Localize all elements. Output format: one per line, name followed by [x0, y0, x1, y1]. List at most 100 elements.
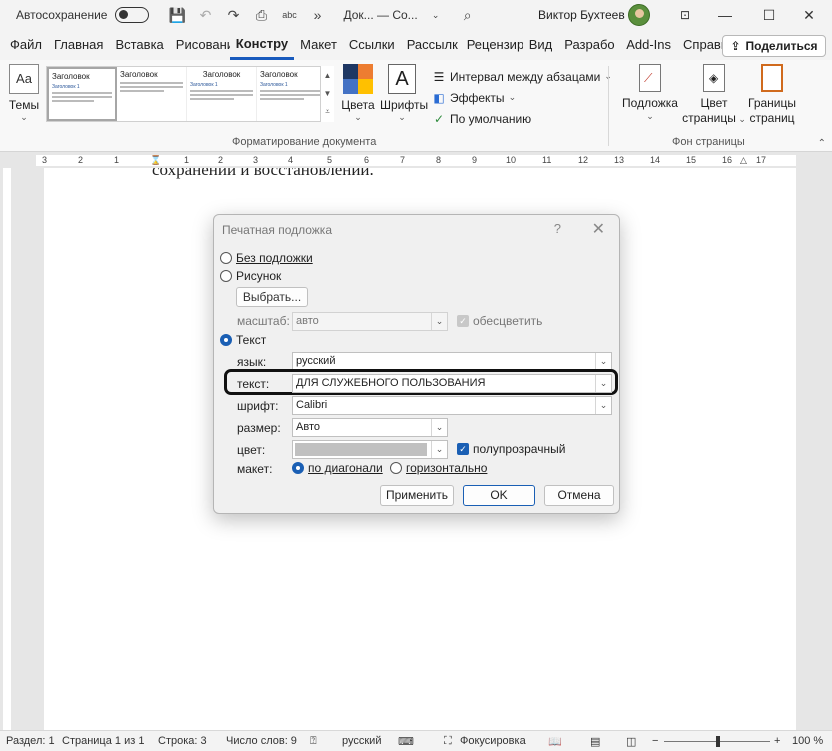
- focus-icon[interactable]: ⛶: [444, 735, 452, 748]
- share-button[interactable]: ⇪ Поделиться: [722, 35, 826, 57]
- themes-button[interactable]: Aa Темы ⌄: [6, 64, 42, 123]
- style-set-item[interactable]: Заголовок Заголовок 1: [257, 67, 327, 121]
- tab-mailings[interactable]: Рассылк: [401, 30, 461, 60]
- picture-watermark-radio[interactable]: Рисунок: [220, 269, 281, 283]
- print-layout-icon[interactable]: ▤: [590, 735, 600, 748]
- vertical-scrollbar[interactable]: [820, 168, 832, 730]
- collapse-ribbon-icon[interactable]: ⌃: [818, 138, 826, 149]
- font-select[interactable]: Calibri ⌄: [292, 396, 612, 415]
- status-focus[interactable]: Фокусировка: [460, 735, 526, 747]
- more-commands-icon[interactable]: »: [303, 7, 331, 23]
- ok-button[interactable]: OK: [463, 485, 535, 506]
- choose-picture-button[interactable]: Выбрать...: [236, 287, 308, 307]
- cancel-button[interactable]: Отмена: [544, 485, 614, 506]
- chevron-down-icon[interactable]: ⌄: [431, 313, 447, 330]
- read-mode-icon[interactable]: 📖: [548, 735, 562, 748]
- radio-circle[interactable]: [390, 462, 402, 474]
- zoom-slider-thumb[interactable]: [716, 736, 720, 747]
- semitransparent-checkbox[interactable]: ✓ полупрозрачный: [457, 442, 565, 456]
- spelling-icon[interactable]: abc: [275, 10, 303, 20]
- chevron-up-icon[interactable]: ▲: [324, 71, 332, 80]
- tab-addins[interactable]: Add-Ins: [620, 30, 677, 60]
- predictions-icon[interactable]: ⌨: [398, 735, 414, 748]
- radio-circle[interactable]: [292, 462, 304, 474]
- chevron-down-icon[interactable]: ▼: [324, 89, 332, 98]
- dialog-close-icon[interactable]: ✕: [592, 219, 605, 239]
- radio-circle[interactable]: [220, 334, 232, 346]
- colors-button[interactable]: Цвета ⌄: [340, 64, 376, 123]
- status-line[interactable]: Строка: 3: [158, 735, 207, 747]
- page-borders-button[interactable]: Границы страниц: [746, 64, 798, 126]
- user-name[interactable]: Виктор Бухтеев: [538, 8, 625, 22]
- radio-circle[interactable]: [220, 270, 232, 282]
- watermark-button[interactable]: ⟋ Подложка ⌄: [620, 64, 680, 122]
- apply-button[interactable]: Применить: [380, 485, 454, 506]
- effects-button[interactable]: ◧ Эффекты ⌄: [432, 87, 612, 108]
- watermark-text-value: ДЛЯ СЛУЖЕБНОГО ПОЛЬЗОВАНИЯ: [296, 377, 486, 389]
- avatar[interactable]: [628, 4, 650, 26]
- status-language[interactable]: русский: [342, 735, 381, 747]
- minimize-button[interactable]: —: [702, 0, 748, 30]
- document-title[interactable]: Док... — Со...: [343, 8, 417, 22]
- tab-review[interactable]: Рецензир: [461, 30, 523, 60]
- size-select[interactable]: Авто ⌄: [292, 418, 448, 437]
- indent-marker-icon[interactable]: ⌛: [150, 155, 161, 166]
- web-layout-icon[interactable]: ◫: [626, 735, 636, 748]
- style-set-item[interactable]: Заголовок: [117, 67, 187, 121]
- autosave-toggle[interactable]: [115, 7, 150, 23]
- tab-home[interactable]: Главная: [48, 30, 109, 60]
- no-watermark-radio[interactable]: Без подложки: [220, 251, 313, 265]
- tab-developer[interactable]: Разрабо: [558, 30, 620, 60]
- status-words[interactable]: Число слов: 9: [226, 735, 297, 747]
- paragraph-spacing-button[interactable]: ☰ Интервал между абзацами ⌄: [432, 66, 612, 87]
- chevron-down-icon[interactable]: ⌄: [422, 10, 450, 21]
- chevron-down-icon[interactable]: ⌄: [595, 397, 611, 414]
- help-icon[interactable]: ?: [554, 221, 561, 236]
- tab-references[interactable]: Ссылки: [343, 30, 401, 60]
- gallery-more-icon[interactable]: ⩡: [325, 107, 330, 117]
- print-icon[interactable]: ⎙: [247, 7, 275, 24]
- tab-insert[interactable]: Вставка: [109, 30, 169, 60]
- tab-file[interactable]: Файл: [4, 30, 48, 60]
- checkbox-box[interactable]: ✓: [457, 443, 469, 455]
- zoom-in-button[interactable]: +: [774, 735, 780, 747]
- save-icon[interactable]: 💾: [163, 7, 191, 24]
- watermark-text-select[interactable]: ДЛЯ СЛУЖЕБНОГО ПОЛЬЗОВАНИЯ ⌄: [292, 374, 612, 393]
- document-text[interactable]: сохранений и восстановлений.: [152, 168, 374, 180]
- scale-select[interactable]: авто ⌄: [292, 312, 448, 331]
- right-indent-marker-icon[interactable]: △: [740, 155, 747, 166]
- chevron-down-icon[interactable]: ⌄: [431, 441, 447, 458]
- color-select[interactable]: ⌄: [292, 440, 448, 459]
- status-page[interactable]: Страница 1 из 1: [62, 735, 144, 747]
- undo-icon[interactable]: ↶: [191, 7, 219, 24]
- accessibility-icon[interactable]: ⍰: [310, 735, 317, 748]
- ruler-number: 4: [288, 155, 294, 165]
- page-color-button[interactable]: ◈ Цвет страницы ⌄: [682, 64, 746, 127]
- radio-circle[interactable]: [220, 252, 232, 264]
- tab-design[interactable]: Констру: [229, 30, 295, 60]
- diagonal-radio[interactable]: по диагонали: [292, 461, 383, 475]
- vertical-ruler[interactable]: [0, 168, 14, 730]
- style-set-item[interactable]: Заголовок Заголовок 1: [47, 67, 117, 121]
- zoom-level[interactable]: 100 %: [792, 735, 823, 747]
- checkbox-box[interactable]: ✓: [457, 315, 469, 327]
- gallery-scroll[interactable]: ▲ ▼ ⩡: [320, 66, 334, 122]
- tab-view[interactable]: Вид: [523, 30, 559, 60]
- fonts-button[interactable]: A Шрифты ⌄: [380, 64, 428, 123]
- set-default-button[interactable]: ✓ По умолчанию: [432, 108, 612, 129]
- chevron-down-icon[interactable]: ⌄: [595, 375, 611, 392]
- status-section[interactable]: Раздел: 1: [6, 735, 55, 747]
- tab-layout[interactable]: Макет: [294, 30, 343, 60]
- chevron-down-icon[interactable]: ⌄: [431, 419, 447, 436]
- horizontal-ruler[interactable]: 3 2 1 ⌛ 1 2 3 4 5 6 7 8 9 10 11 12 13 14…: [0, 152, 832, 168]
- redo-icon[interactable]: ↷: [219, 7, 247, 24]
- horizontal-radio[interactable]: горизонтально: [390, 461, 487, 475]
- text-watermark-radio[interactable]: Текст: [220, 333, 266, 347]
- style-set-item[interactable]: Заголовок Заголовок 1: [187, 67, 257, 121]
- close-button[interactable]: ✕: [786, 0, 832, 30]
- washout-checkbox[interactable]: ✓ обесцветить: [457, 314, 542, 328]
- tab-draw[interactable]: Рисовани: [170, 30, 230, 60]
- search-icon[interactable]: ⌕: [454, 7, 482, 24]
- chevron-down-icon[interactable]: ⌄: [595, 353, 611, 370]
- zoom-out-button[interactable]: −: [652, 735, 658, 747]
